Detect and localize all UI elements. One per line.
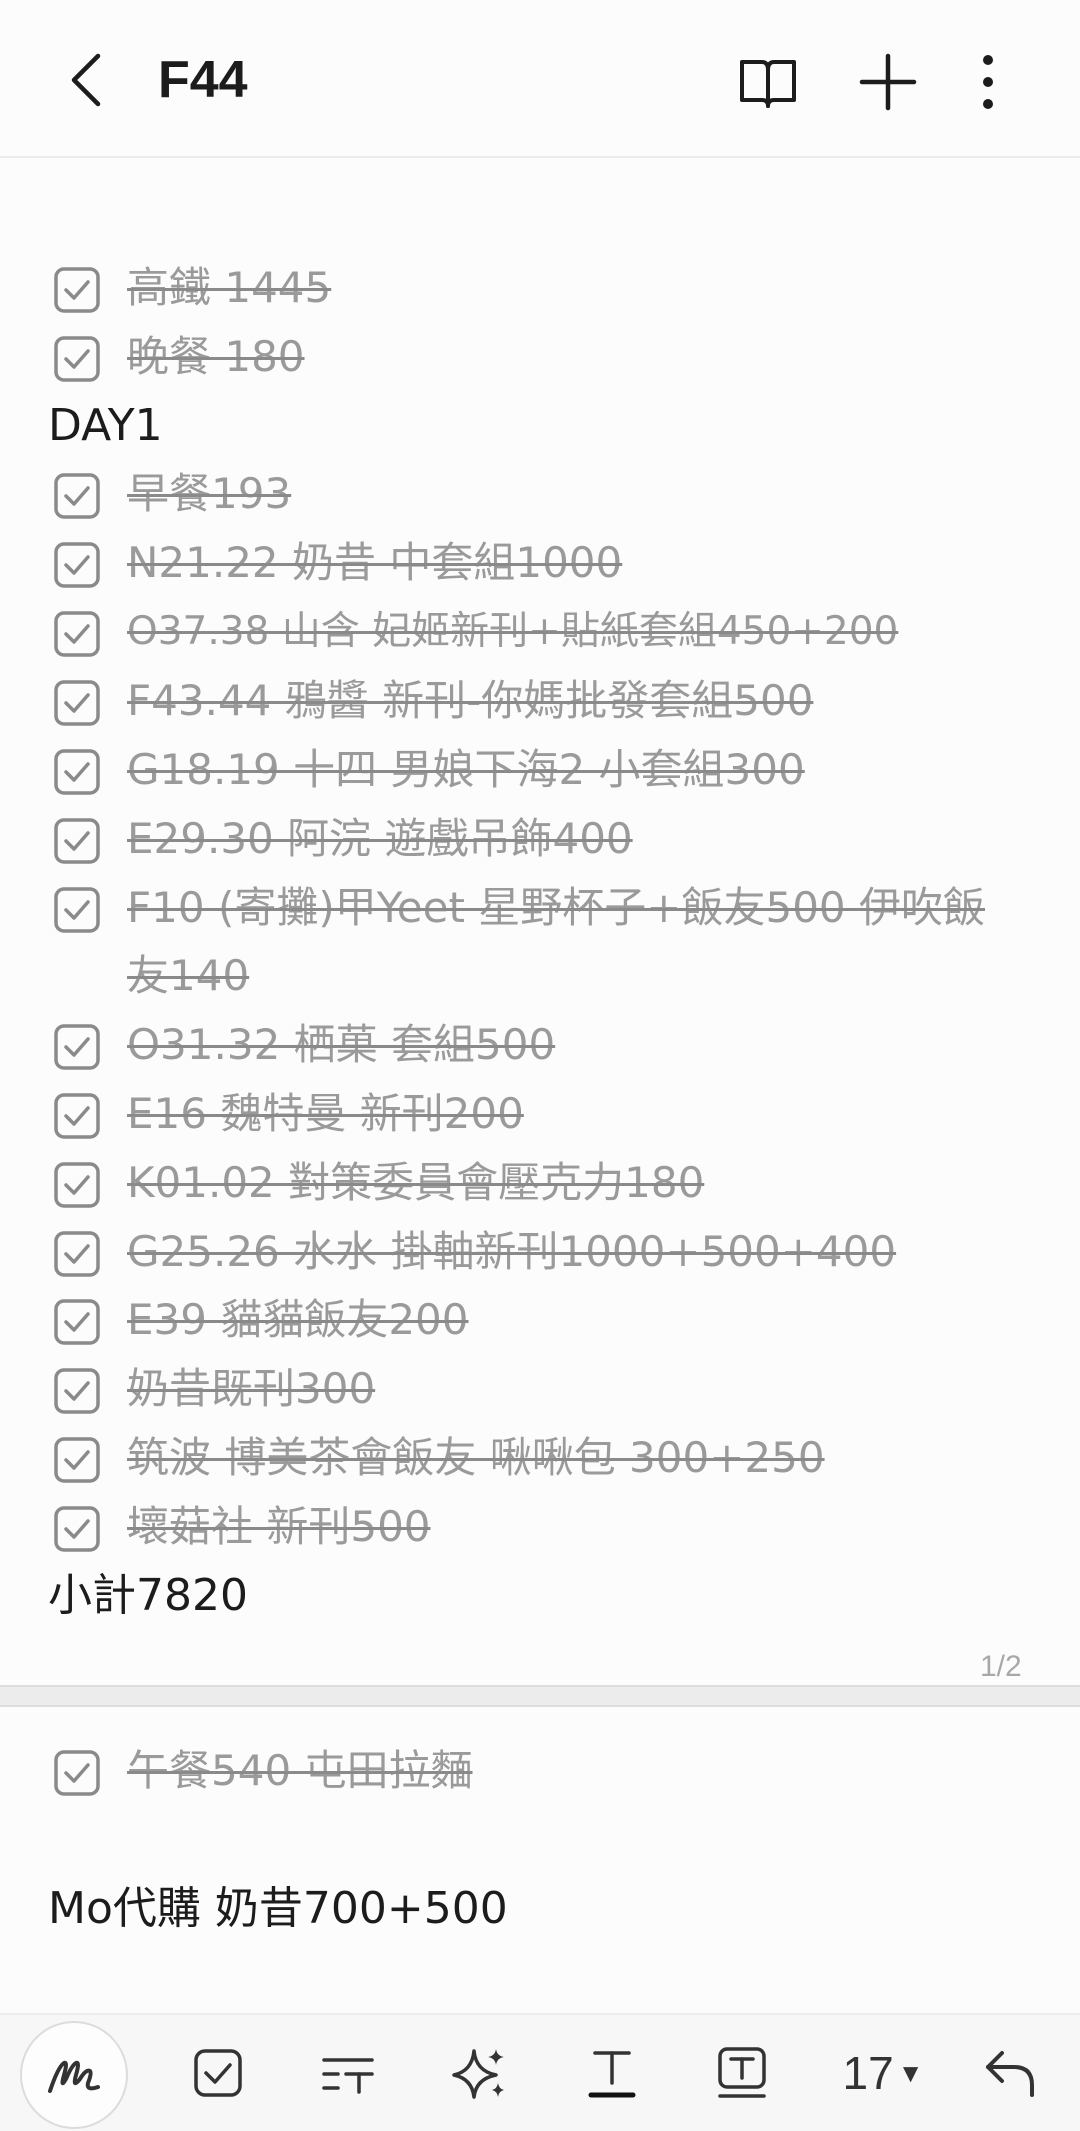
- checklist-item[interactable]: 筑波 博美茶會飯友 啾啾包 300+250: [0, 1424, 1080, 1492]
- checked-box-icon[interactable]: [54, 749, 100, 795]
- checklist-item-text: 午餐540 屯田拉麵: [127, 1746, 473, 1795]
- checked-box-icon[interactable]: [54, 473, 100, 519]
- checked-box-icon[interactable]: [54, 1162, 100, 1208]
- checklist-item-text: F43.44 鴉醬 新刊-你媽批發套組500: [127, 676, 814, 725]
- checklist-item-text: G25.26 水水 掛軸新刊1000+500+400: [127, 1227, 897, 1276]
- checklist-item-text: 早餐193: [127, 469, 292, 518]
- text-box-icon: [718, 2047, 766, 2098]
- checked-box-icon[interactable]: [54, 1093, 100, 1139]
- checklist-item[interactable]: 高鐵 1445: [0, 254, 1080, 322]
- checked-box-icon[interactable]: [54, 542, 100, 588]
- checklist-item[interactable]: 晚餐 180: [0, 323, 1080, 391]
- undo-icon: [986, 2051, 1034, 2097]
- text-line: 小計7820: [0, 1562, 1080, 1630]
- checked-box-icon[interactable]: [54, 1299, 100, 1345]
- text-style-icon: [322, 2058, 374, 2094]
- checked-box-icon[interactable]: [54, 1506, 100, 1552]
- font-size-selector[interactable]: 17 ▼: [828, 2033, 938, 2113]
- ai-assist-button[interactable]: [440, 2033, 520, 2113]
- editor-toolbar: 17 ▼: [0, 2013, 1080, 2131]
- checked-box-icon[interactable]: [54, 1437, 100, 1483]
- checkbox-icon: [194, 2049, 242, 2097]
- note-title: F44: [158, 51, 248, 109]
- plus-icon: [859, 53, 917, 111]
- checklist-item[interactable]: N21.22 奶昔 中套組1000: [0, 529, 1080, 597]
- text-style-button[interactable]: [308, 2033, 388, 2113]
- ai-sparkle-icon: [452, 2049, 504, 2099]
- checklist-item[interactable]: 早餐193: [0, 460, 1080, 528]
- checklist-item[interactable]: O37.38 山含 妃姬新刊+貼紙套組450+200: [0, 598, 1080, 666]
- back-button[interactable]: [62, 50, 118, 110]
- checklist-item[interactable]: F43.44 鴉醬 新刊-你媽批發套組500: [0, 667, 1080, 735]
- page-divider: [0, 1685, 1080, 1707]
- reading-mode-button[interactable]: [736, 50, 800, 114]
- checked-box-icon[interactable]: [54, 336, 100, 382]
- checklist-item-text: 高鐵 1445: [127, 263, 332, 312]
- checklist-item-text: 奶昔既刊300: [127, 1364, 376, 1413]
- checklist-item-text: 壞菇社 新刊500: [127, 1502, 431, 1551]
- text-line: Mo代購 奶昔700+500: [0, 1875, 1080, 1943]
- checklist-item-text: E29.30 阿浣 遊戲吊飾400: [127, 814, 633, 863]
- checklist-item-text: K01.02 對策委員會壓克力180: [127, 1158, 705, 1207]
- text-box-button[interactable]: [702, 2033, 782, 2113]
- checklist-item[interactable]: F10 (寄攤)甲Yeet 星野杯子+飯友500 伊吹飯友140: [0, 874, 1080, 1010]
- text-format-button[interactable]: [572, 2033, 652, 2113]
- undo-button[interactable]: [970, 2033, 1050, 2113]
- checklist-item[interactable]: 午餐540 屯田拉麵: [0, 1737, 1080, 1805]
- checked-box-icon[interactable]: [54, 818, 100, 864]
- checklist-item-text: 晚餐 180: [127, 332, 305, 381]
- add-button[interactable]: [856, 50, 920, 114]
- page-indicator: 1/2: [980, 1650, 1022, 1683]
- checked-box-icon[interactable]: [54, 887, 100, 933]
- font-size-value: 17: [842, 2047, 894, 2099]
- checked-box-icon[interactable]: [54, 267, 100, 313]
- checked-box-icon[interactable]: [54, 1368, 100, 1414]
- checklist-item-text: N21.22 奶昔 中套組1000: [127, 538, 623, 587]
- checklist-item[interactable]: E16 魏特曼 新刊200: [0, 1080, 1080, 1148]
- checked-box-icon[interactable]: [54, 680, 100, 726]
- checklist-item[interactable]: 壞菇社 新刊500: [0, 1493, 1080, 1561]
- more-options-button[interactable]: [962, 50, 1014, 114]
- checklist-item-text: O31.32 栖菓 套組500: [127, 1020, 556, 1069]
- checked-box-icon[interactable]: [54, 611, 100, 657]
- checked-box-icon[interactable]: [54, 1024, 100, 1070]
- checklist-item-text: G18.19 十四 男娘下海2 小套組300: [127, 745, 805, 794]
- handwriting-button[interactable]: [20, 2021, 128, 2129]
- checked-box-icon[interactable]: [54, 1231, 100, 1277]
- checklist-item[interactable]: K01.02 對策委員會壓克力180: [0, 1149, 1080, 1217]
- text-line: DAY1: [0, 392, 1080, 460]
- checklist-item[interactable]: E39 貓貓飯友200: [0, 1286, 1080, 1354]
- checklist-item-text: E16 魏特曼 新刊200: [127, 1089, 524, 1138]
- top-app-bar: F44: [0, 0, 1080, 158]
- checklist-item-text: E39 貓貓飯友200: [127, 1295, 469, 1344]
- checklist-item[interactable]: 奶昔既刊300: [0, 1355, 1080, 1423]
- checklist-item[interactable]: G18.19 十四 男娘下海2 小套組300: [0, 736, 1080, 804]
- checklist-item-text: F10 (寄攤)甲Yeet 星野杯子+飯友500 伊吹飯友140: [127, 883, 986, 1000]
- subtotal-text: 小計7820: [48, 1570, 248, 1621]
- more-vertical-icon: [983, 55, 993, 109]
- checked-box-icon[interactable]: [54, 1750, 100, 1796]
- caret-down-icon: ▼: [897, 2057, 924, 2088]
- checkbox-button[interactable]: [178, 2033, 258, 2113]
- day-heading: DAY1: [48, 400, 163, 451]
- checklist-item-text: O37.38 山含 妃姬新刊+貼紙套組450+200: [127, 609, 899, 654]
- chevron-left-icon: [71, 53, 101, 107]
- checklist-item-text: 筑波 博美茶會飯友 啾啾包 300+250: [127, 1433, 825, 1482]
- book-open-icon: [740, 60, 796, 108]
- checklist-item[interactable]: E29.30 阿浣 遊戲吊飾400: [0, 805, 1080, 873]
- handwriting-icon: [48, 2060, 100, 2093]
- text-format-icon: [588, 2051, 636, 2098]
- checklist-item[interactable]: O31.32 栖菓 套組500: [0, 1011, 1080, 1079]
- checklist-item[interactable]: G25.26 水水 掛軸新刊1000+500+400: [0, 1218, 1080, 1286]
- note-text: Mo代購 奶昔700+500: [48, 1883, 508, 1934]
